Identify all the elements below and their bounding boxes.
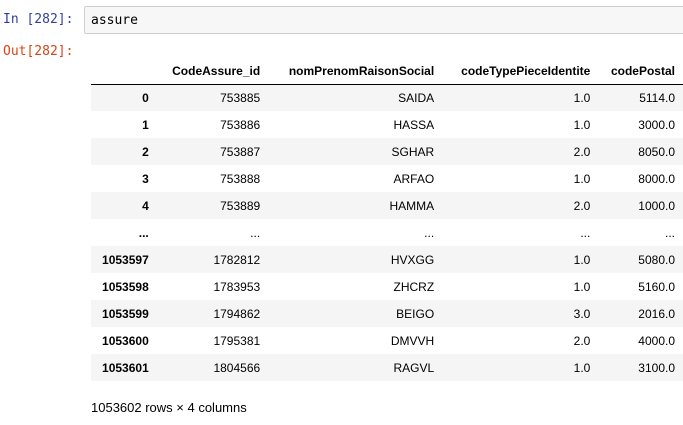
row-index: 1053599: [102, 306, 149, 321]
table-row: 4 753889 HAMMA 2.0 1000.0: [91, 192, 683, 219]
table-cell: 753886: [220, 117, 261, 132]
table-cell: 1.0: [573, 171, 591, 186]
table-cell: HAMMA: [389, 198, 435, 213]
table-cell: 753887: [220, 144, 261, 159]
table-row: 2 753887 SGHAR 2.0 8050.0: [91, 138, 683, 165]
row-index: 1053600: [102, 333, 149, 348]
row-index: 1053601: [102, 360, 149, 375]
table-cell: 5080.0: [638, 252, 675, 267]
table-cell: ARFAO: [393, 171, 435, 186]
row-index: ...: [138, 225, 149, 240]
table-cell: 753889: [220, 198, 261, 213]
row-index: 0: [142, 90, 149, 105]
table-cell: 3100.0: [638, 360, 675, 375]
table-cell: 753885: [220, 90, 261, 105]
table-cell: SAIDA: [398, 90, 435, 105]
table-cell: 5114.0: [639, 90, 675, 105]
row-index: 4: [142, 198, 149, 213]
table-row: ...............: [91, 219, 683, 246]
output-prompt: Out[282]:: [3, 44, 74, 59]
row-index: 1053598: [102, 279, 149, 294]
table-cell: 4000.0: [638, 333, 675, 348]
row-index: 1053597: [102, 252, 149, 267]
table-cell: 8050.0: [638, 144, 675, 159]
table-row: 1053600 1795381 DMVVH 2.0 4000.0: [91, 327, 683, 354]
column-header: CodeAssure_id: [156, 57, 269, 85]
table-cell: 1782812: [213, 252, 261, 267]
table-header: CodeAssure_id nomPrenomRaisonSocial code…: [91, 57, 683, 85]
table-cell: HVXGG: [390, 252, 435, 267]
table-cell: 1000.0: [638, 198, 675, 213]
table-cell: 2.0: [573, 144, 591, 159]
table-cell: 2.0: [573, 198, 591, 213]
table-row: 1053598 1783953 ZHCRZ 1.0 5160.0: [91, 273, 683, 300]
table-body: 0 753885 SAIDA 1.0 5114.0 1 753886 HASSA 1.0 3000…: [91, 84, 683, 381]
table-cell: 1794862: [213, 306, 261, 321]
table-cell: DMVVH: [390, 333, 435, 348]
table-cell: 1.0: [573, 279, 591, 294]
table-cell: SGHAR: [391, 144, 435, 159]
table-cell: 1.0: [573, 252, 591, 267]
table-cell: ...: [250, 225, 261, 240]
column-header: codeTypePieceIdentite: [442, 57, 599, 85]
row-index: 1: [142, 117, 149, 132]
table-cell: ...: [664, 225, 675, 240]
table-cell: 8000.0: [638, 171, 675, 186]
row-index: 3: [142, 171, 149, 186]
table-cell: ...: [424, 225, 435, 240]
table-cell: 3000.0: [638, 117, 675, 132]
table-row: 0 753885 SAIDA 1.0 5114.0: [91, 84, 683, 111]
table-cell: 753888: [220, 171, 261, 186]
table-cell: 1.0: [573, 117, 591, 132]
table-cell: BEIGO: [396, 306, 435, 321]
table-cell: ...: [580, 225, 591, 240]
table-row: 1053599 1794862 BEIGO 3.0 2016.0: [91, 300, 683, 327]
table-cell: RAGVL: [393, 360, 435, 375]
table-cell: 1795381: [213, 333, 261, 348]
table-cell: ZHCRZ: [393, 279, 435, 294]
index-header: [91, 57, 157, 85]
code-input-area[interactable]: assure: [84, 6, 683, 34]
table-cell: 3.0: [573, 306, 591, 321]
column-header: codePostal: [598, 57, 683, 85]
table-cell: 1.0: [573, 90, 591, 105]
table-cell: 1.0: [573, 360, 591, 375]
table-cell: 2016.0: [638, 306, 675, 321]
column-header: nomPrenomRaisonSocial: [268, 57, 443, 85]
table-cell: 2.0: [573, 333, 591, 348]
table-cell: HASSA: [393, 117, 435, 132]
dataframe-table: CodeAssure_id nomPrenomRaisonSocial code…: [91, 57, 683, 381]
table-cell: 5160.0: [638, 279, 675, 294]
code-text[interactable]: assure: [91, 13, 138, 28]
table-row: 1 753886 HASSA 1.0 3000.0: [91, 111, 683, 138]
table-cell: 1804566: [213, 360, 261, 375]
table-row: 1053597 1782812 HVXGG 1.0 5080.0: [91, 246, 683, 273]
table-row: 3 753888 ARFAO 1.0 8000.0: [91, 165, 683, 192]
table-row: 1053601 1804566 RAGVL 1.0 3100.0: [91, 354, 683, 381]
table-cell: 1783953: [213, 279, 261, 294]
row-index: 2: [142, 144, 149, 159]
input-prompt: In [282]:: [3, 12, 74, 27]
table-footer: 1053602 rows × 4 columns: [91, 400, 247, 415]
